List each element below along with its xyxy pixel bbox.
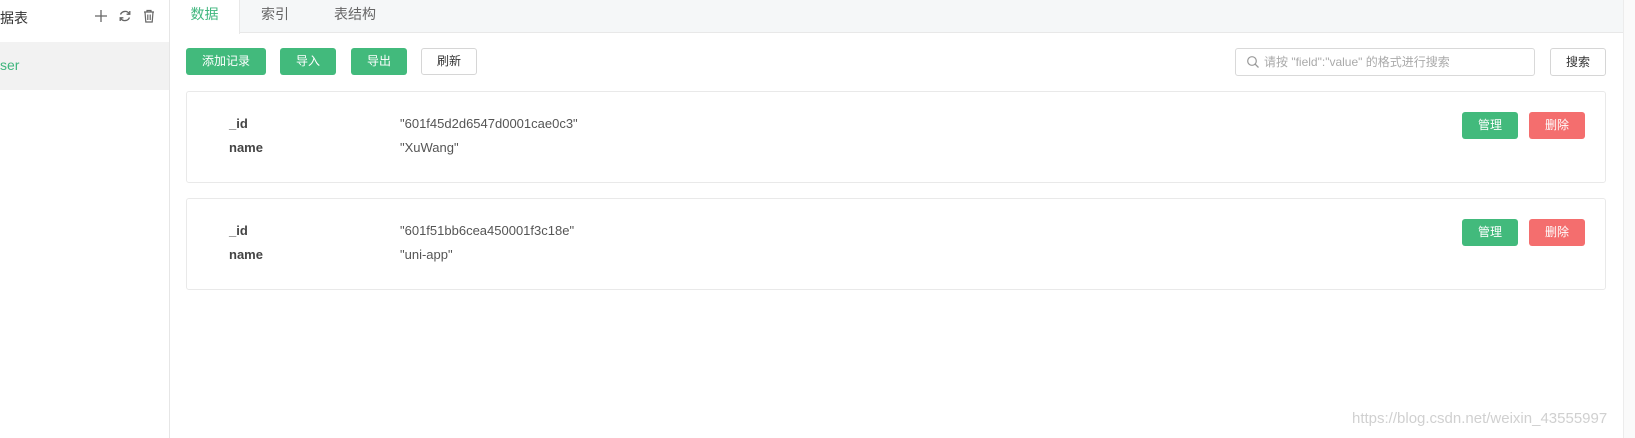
sidebar-actions <box>92 7 158 25</box>
search-box <box>1235 48 1535 76</box>
field-key: name <box>229 140 263 155</box>
field-value: "XuWang" <box>400 140 459 155</box>
import-button[interactable]: 导入 <box>280 48 336 75</box>
manage-button[interactable]: 管理 <box>1462 219 1518 246</box>
sidebar-item-user-table[interactable]: ser <box>0 42 169 90</box>
search-input[interactable] <box>1264 51 1529 73</box>
tab-index[interactable]: 索引 <box>240 0 310 33</box>
scrollbar[interactable] <box>1623 0 1635 438</box>
delete-button[interactable]: 删除 <box>1529 219 1585 246</box>
refresh-button[interactable]: 刷新 <box>421 48 477 75</box>
field-value: "uni-app" <box>400 247 453 262</box>
record-card: _id "601f45d2d6547d0001cae0c3" name "XuW… <box>186 91 1606 183</box>
refresh-icon[interactable] <box>116 7 134 25</box>
field-key: _id <box>229 116 248 131</box>
sidebar: 据表 ser <box>0 0 170 438</box>
search-button[interactable]: 搜索 <box>1550 48 1606 76</box>
manage-button[interactable]: 管理 <box>1462 112 1518 139</box>
sidebar-item-label: ser <box>0 57 20 73</box>
field-key: name <box>229 247 263 262</box>
field-key: _id <box>229 223 248 238</box>
plus-icon[interactable] <box>92 7 110 25</box>
tab-bar: 数据 索引 表结构 <box>170 0 1623 34</box>
tab-data[interactable]: 数据 <box>170 0 240 34</box>
sidebar-title: 据表 <box>0 10 28 26</box>
search-icon <box>1246 55 1260 69</box>
tab-schema[interactable]: 表结构 <box>310 0 400 33</box>
watermark-text: https://blog.csdn.net/weixin_43555997 <box>1352 410 1608 427</box>
export-button[interactable]: 导出 <box>351 48 407 75</box>
record-card: _id "601f51bb6cea450001f3c18e" name "uni… <box>186 198 1606 290</box>
sidebar-header: 据表 <box>0 0 170 34</box>
add-record-button[interactable]: 添加记录 <box>186 48 266 75</box>
delete-button[interactable]: 删除 <box>1529 112 1585 139</box>
trash-icon[interactable] <box>140 7 158 25</box>
field-value: "601f45d2d6547d0001cae0c3" <box>400 116 578 131</box>
field-value: "601f51bb6cea450001f3c18e" <box>400 223 575 238</box>
